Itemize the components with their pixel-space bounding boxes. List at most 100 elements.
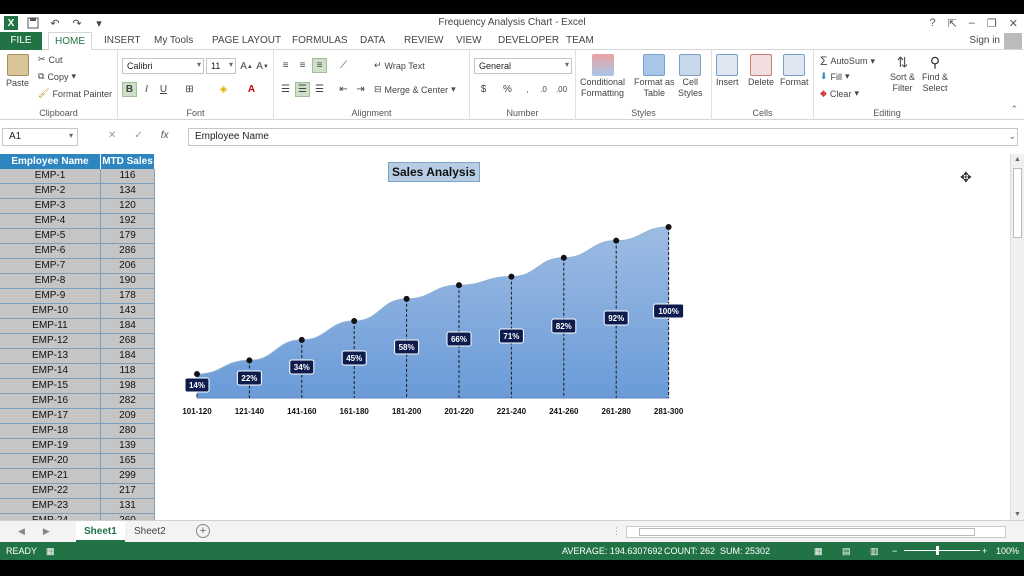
insert-function-button[interactable]: fx <box>161 130 169 141</box>
cell-employee-name[interactable]: EMP-12 <box>0 334 101 349</box>
currency-icon[interactable]: $ <box>476 82 491 97</box>
tab-my-tools[interactable]: My Tools <box>148 32 199 50</box>
fill-color-icon[interactable]: ◈ <box>216 82 231 97</box>
expand-formula-bar-icon[interactable]: ⌄ <box>1008 131 1016 142</box>
table-row[interactable]: EMP-7 206 <box>0 259 155 274</box>
table-row[interactable]: EMP-16 282 <box>0 394 155 409</box>
orientation-icon[interactable]: ⟋ <box>336 58 351 73</box>
insert-cells-button[interactable]: Insert <box>716 54 739 87</box>
table-row[interactable]: EMP-8 190 <box>0 274 155 289</box>
tab-developer[interactable]: DEVELOPER <box>492 32 565 50</box>
cell-employee-name[interactable]: EMP-21 <box>0 469 101 484</box>
cell-mtd-sales[interactable]: 206 <box>101 259 155 274</box>
tab-data[interactable]: DATA <box>354 32 391 50</box>
sheet-tab-sheet2[interactable]: Sheet2 <box>126 521 174 542</box>
table-row[interactable]: EMP-3 120 <box>0 199 155 214</box>
collapse-ribbon-icon[interactable]: ⌃ <box>1010 104 1018 115</box>
sheet-tab-sheet1[interactable]: Sheet1 <box>76 521 125 542</box>
table-row[interactable]: EMP-12 268 <box>0 334 155 349</box>
decrease-decimal-icon[interactable]: .00 <box>554 82 569 97</box>
horizontal-scroll-thumb[interactable] <box>639 528 975 536</box>
table-row[interactable]: EMP-17 209 <box>0 409 155 424</box>
cell-employee-name[interactable]: EMP-18 <box>0 424 101 439</box>
align-center-icon[interactable]: ☰ <box>295 82 310 97</box>
cell-mtd-sales[interactable]: 118 <box>101 364 155 379</box>
cell-mtd-sales[interactable]: 184 <box>101 319 155 334</box>
cell-employee-name[interactable]: EMP-7 <box>0 259 101 274</box>
header-mtd-sales[interactable]: MTD Sales <box>101 154 155 169</box>
prev-sheet-icon[interactable]: ◀ <box>18 526 25 537</box>
cell-mtd-sales[interactable]: 209 <box>101 409 155 424</box>
font-name-select[interactable]: Calibri ▾ <box>122 58 204 74</box>
cell-employee-name[interactable]: EMP-15 <box>0 379 101 394</box>
formula-input[interactable]: Employee Name <box>188 128 1018 146</box>
clear-button[interactable]: ◆ Clear ▾ <box>820 88 859 99</box>
normal-view-icon[interactable]: ▦ <box>814 546 823 557</box>
cell-mtd-sales[interactable]: 190 <box>101 274 155 289</box>
increase-indent-icon[interactable]: ⇥ <box>353 82 368 97</box>
sort-filter-button[interactable]: ⇅ Sort & Filter <box>890 54 915 93</box>
page-layout-view-icon[interactable]: ▤ <box>842 546 851 557</box>
zoom-level[interactable]: 100% <box>996 546 1019 556</box>
percent-icon[interactable]: % <box>500 82 515 97</box>
align-bottom-icon[interactable]: ≡ <box>312 58 327 73</box>
cell-employee-name[interactable]: EMP-2 <box>0 184 101 199</box>
cell-mtd-sales[interactable]: 268 <box>101 334 155 349</box>
table-row[interactable]: EMP-15 198 <box>0 379 155 394</box>
cell-mtd-sales[interactable]: 299 <box>101 469 155 484</box>
cell-mtd-sales[interactable]: 116 <box>101 169 155 184</box>
cell-employee-name[interactable]: EMP-9 <box>0 289 101 304</box>
italic-button[interactable]: I <box>139 82 154 97</box>
zoom-out-icon[interactable]: − <box>892 546 897 556</box>
horizontal-scrollbar[interactable] <box>626 526 1006 538</box>
vertical-scrollbar[interactable]: ▲ ▼ <box>1010 154 1024 520</box>
cancel-icon[interactable]: ✕ <box>108 130 116 141</box>
table-row[interactable]: EMP-1 116 <box>0 169 155 184</box>
copy-button[interactable]: ⧉ Copy ▾ <box>38 71 76 82</box>
cell-employee-name[interactable]: EMP-6 <box>0 244 101 259</box>
avatar[interactable] <box>1004 33 1022 49</box>
ribbon-display-options-icon[interactable]: ⇱ <box>948 17 957 30</box>
table-row[interactable]: EMP-2 134 <box>0 184 155 199</box>
tab-home[interactable]: HOME <box>48 32 92 51</box>
comma-icon[interactable]: , <box>520 82 535 97</box>
cell-mtd-sales[interactable]: 192 <box>101 214 155 229</box>
cell-employee-name[interactable]: EMP-17 <box>0 409 101 424</box>
table-row[interactable]: EMP-9 178 <box>0 289 155 304</box>
table-row[interactable]: EMP-20 165 <box>0 454 155 469</box>
cell-mtd-sales[interactable]: 139 <box>101 439 155 454</box>
font-size-select[interactable]: 11 ▾ <box>206 58 236 74</box>
paste-button[interactable]: Paste <box>6 54 29 88</box>
zoom-slider-thumb[interactable] <box>936 546 939 555</box>
vertical-scroll-thumb[interactable] <box>1013 168 1022 238</box>
cell-employee-name[interactable]: EMP-3 <box>0 199 101 214</box>
underline-button[interactable]: U <box>156 82 171 97</box>
scroll-up-icon[interactable]: ▲ <box>1014 156 1021 163</box>
table-row[interactable]: EMP-21 299 <box>0 469 155 484</box>
minimize-button[interactable]: – <box>969 17 975 29</box>
table-row[interactable]: EMP-6 286 <box>0 244 155 259</box>
page-break-view-icon[interactable]: ▥ <box>870 546 879 557</box>
cell-employee-name[interactable]: EMP-1 <box>0 169 101 184</box>
tab-review[interactable]: REVIEW <box>398 32 449 50</box>
cell-styles-button[interactable]: Cell Styles <box>678 54 703 98</box>
align-left-icon[interactable]: ☰ <box>278 82 293 97</box>
cell-employee-name[interactable]: EMP-13 <box>0 349 101 364</box>
decrease-indent-icon[interactable]: ⇤ <box>336 82 351 97</box>
table-row[interactable]: EMP-11 184 <box>0 319 155 334</box>
bold-button[interactable]: B <box>122 82 137 97</box>
cell-mtd-sales[interactable]: 134 <box>101 184 155 199</box>
tab-team[interactable]: TEAM <box>560 32 600 50</box>
table-row[interactable]: EMP-23 131 <box>0 499 155 514</box>
cell-mtd-sales[interactable]: 131 <box>101 499 155 514</box>
align-top-icon[interactable]: ≡ <box>278 58 293 73</box>
chart-title[interactable]: Sales Analysis <box>388 162 480 182</box>
cell-employee-name[interactable]: EMP-4 <box>0 214 101 229</box>
align-right-icon[interactable]: ☰ <box>312 82 327 97</box>
font-color-icon[interactable]: A <box>244 82 259 97</box>
tab-splitter-icon[interactable]: ⋮ <box>612 526 621 537</box>
table-row[interactable]: EMP-5 179 <box>0 229 155 244</box>
cut-button[interactable]: ✂ Cut <box>38 54 63 65</box>
delete-cells-button[interactable]: Delete <box>748 54 774 87</box>
tab-insert[interactable]: INSERT <box>98 32 147 50</box>
